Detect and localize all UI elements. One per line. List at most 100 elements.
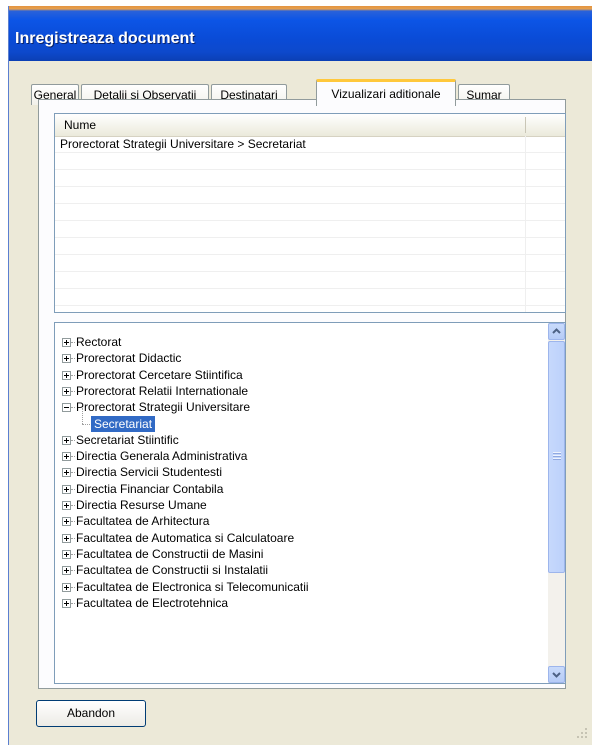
- tree-item-label: Prorectorat Relatii Internationale: [76, 383, 249, 398]
- column-header-nume[interactable]: Nume: [64, 118, 96, 132]
- chevron-up-icon: [552, 328, 561, 334]
- tree-item-label: Rectorat: [76, 335, 122, 349]
- tree-item-label: Facultatea de Electronica si Telecomunic…: [76, 579, 309, 594]
- tree-item-label: Facultatea de Electrotehnica: [76, 595, 229, 610]
- expand-plus-icon[interactable]: [62, 582, 71, 592]
- expand-plus-icon[interactable]: [62, 468, 71, 478]
- window-title: Inregistreaza document: [15, 30, 195, 47]
- selected-views-grid[interactable]: Nume Prorectorat Strategii Universitare …: [54, 113, 566, 313]
- table-row[interactable]: [55, 221, 565, 238]
- title-bar[interactable]: Inregistreaza document: [9, 6, 592, 61]
- expand-plus-icon[interactable]: [62, 566, 71, 576]
- collapse-minus-icon[interactable]: [62, 403, 71, 413]
- tree-item-label: Facultatea de Constructii si Instalatii: [76, 563, 269, 578]
- tree-connector: [71, 472, 75, 474]
- table-row[interactable]: [55, 238, 565, 255]
- tree-item[interactable]: Facultatea de Constructii si Instalatii: [76, 562, 268, 578]
- tree-item[interactable]: Facultatea de Arhitectura: [76, 513, 209, 529]
- tree-connector: [71, 505, 75, 507]
- expand-plus-icon[interactable]: [62, 386, 71, 396]
- tree-connector: [71, 390, 75, 393]
- tree-item[interactable]: Directia Generala Administrativa: [76, 448, 247, 464]
- grid-rows: Prorectorat Strategii Universitare > Sec…: [55, 136, 565, 306]
- department-tree[interactable]: Rectorat Prorectorat Didactic Prorectorat …: [54, 322, 566, 684]
- tree-scrollbar[interactable]: [548, 323, 565, 683]
- tree-connector: [71, 358, 75, 360]
- tree-item[interactable]: Facultatea de Constructii de Masini: [76, 546, 263, 562]
- tree-item[interactable]: Directia Financiar Contabila: [76, 481, 223, 497]
- tree-item[interactable]: Facultatea de Automatica si Calculatoare: [76, 530, 294, 546]
- expand-plus-icon[interactable]: [62, 484, 71, 494]
- tree-item[interactable]: Facultatea de Electrotehnica: [76, 595, 228, 611]
- tree-connector: [71, 521, 75, 523]
- tree-item-label-selected: Secretariat: [91, 415, 156, 432]
- grid-header: Nume: [55, 114, 565, 137]
- tree-item-label: Directia Servicii Studentesti: [76, 465, 223, 480]
- expand-plus-icon[interactable]: [62, 598, 71, 608]
- tree-item[interactable]: Prorectorat Didactic: [76, 350, 181, 366]
- table-row[interactable]: [55, 255, 565, 272]
- tree-item[interactable]: Prorectorat Strategii Universitare: [76, 399, 250, 415]
- abandon-button[interactable]: Abandon: [36, 700, 146, 727]
- expand-plus-icon[interactable]: [62, 354, 71, 364]
- expand-plus-icon[interactable]: [62, 501, 71, 510]
- expand-plus-icon[interactable]: [62, 533, 71, 543]
- tree-item-label: Prorectorat Didactic: [76, 351, 182, 366]
- tree-connector: [71, 537, 75, 540]
- tree-item-label: Directia Resurse Umane: [76, 498, 207, 512]
- grid-column-line: [525, 136, 526, 312]
- tree-item-label: Prorectorat Cercetare Stiintifica: [76, 367, 243, 382]
- tree-item-label: Secretariat Stiintific: [76, 432, 179, 447]
- tree-item[interactable]: Facultatea de Electronica si Telecomunic…: [76, 579, 309, 595]
- tree-connector: [71, 553, 75, 556]
- grip-line: [553, 455, 561, 457]
- table-cell: Prorectorat Strategii Universitare > Sec…: [60, 137, 306, 151]
- tree-connector: [71, 456, 75, 458]
- tree-item[interactable]: Secretariat Stiintific: [76, 432, 179, 448]
- tree-item-label: Facultatea de Constructii de Masini: [76, 546, 264, 561]
- tree-connector: [82, 407, 84, 424]
- scroll-down-button[interactable]: [548, 666, 565, 683]
- column-separator[interactable]: [525, 117, 526, 133]
- tree-connector: [71, 488, 75, 491]
- resize-grip-icon[interactable]: [576, 727, 588, 739]
- expand-plus-icon[interactable]: [62, 452, 71, 462]
- tree-connector: [71, 570, 75, 572]
- tree-item-label: Directia Generala Administrativa: [76, 449, 248, 464]
- grip-line: [553, 452, 561, 454]
- tree-item-label: Directia Financiar Contabila: [76, 481, 224, 496]
- table-row[interactable]: [55, 204, 565, 221]
- expand-plus-icon[interactable]: [62, 549, 71, 559]
- tree-connector: [71, 586, 75, 589]
- table-row[interactable]: [55, 187, 565, 204]
- table-row[interactable]: [55, 170, 565, 187]
- tree-connector: [71, 407, 75, 409]
- tree-connector: [82, 423, 90, 426]
- grip-line: [553, 458, 561, 460]
- tree-connector: [71, 374, 75, 377]
- tree-item[interactable]: Secretariat: [91, 415, 156, 432]
- tab-vizualizari-aditionale[interactable]: Vizualizari aditionale: [316, 79, 456, 106]
- table-row[interactable]: Prorectorat Strategii Universitare > Sec…: [55, 136, 565, 153]
- scroll-up-button[interactable]: [548, 323, 565, 340]
- scroll-thumb[interactable]: [548, 341, 565, 573]
- tree-item[interactable]: Rectorat: [76, 334, 121, 350]
- tree-item-label: Facultatea de Arhitectura: [76, 514, 210, 529]
- tree-item[interactable]: Directia Servicii Studentesti: [76, 464, 222, 480]
- tree-connector: [71, 342, 75, 344]
- expand-plus-icon[interactable]: [62, 370, 71, 380]
- tree-connector: [71, 439, 75, 442]
- table-row[interactable]: [55, 272, 565, 289]
- tree-item[interactable]: Prorectorat Cercetare Stiintifica: [76, 367, 243, 383]
- table-row[interactable]: [55, 153, 565, 170]
- tree-connector: [71, 602, 75, 605]
- tree-item[interactable]: Directia Resurse Umane: [76, 497, 207, 513]
- expand-plus-icon[interactable]: [62, 435, 71, 445]
- chevron-down-icon: [552, 672, 561, 678]
- expand-plus-icon[interactable]: [62, 338, 71, 347]
- table-row[interactable]: [55, 289, 565, 306]
- tree-item-label: Facultatea de Automatica si Calculatoare: [76, 530, 295, 545]
- tree-item[interactable]: Prorectorat Relatii Internationale: [76, 383, 248, 399]
- expand-plus-icon[interactable]: [62, 517, 71, 527]
- tree-item-label: Prorectorat Strategii Universitare: [76, 400, 251, 415]
